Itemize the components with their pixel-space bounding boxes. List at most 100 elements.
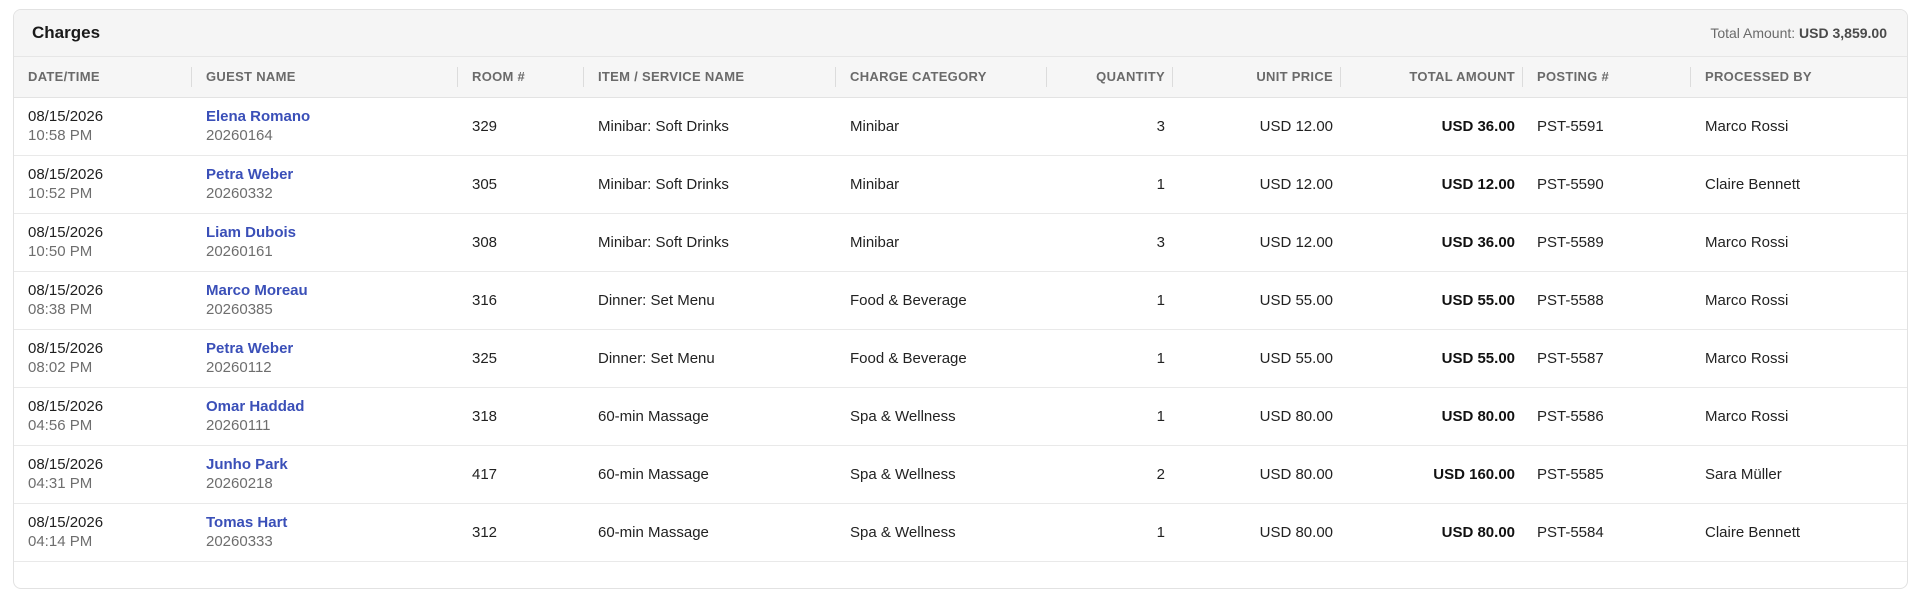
cell-category: Food & Beverage [836, 329, 1047, 388]
cell-quantity: 3 [1047, 213, 1173, 272]
column-header-item[interactable]: ITEM / SERVICE NAME [584, 57, 836, 98]
total-amount-summary: Total Amount: USD 3,859.00 [1710, 25, 1887, 41]
guest-name-link[interactable]: Liam Dubois [206, 223, 458, 242]
cell-guest: Liam Dubois 20260161 [192, 213, 458, 272]
cell-datetime: 08/15/2026 10:58 PM [14, 97, 192, 156]
cell-item: Minibar: Soft Drinks [584, 97, 836, 156]
cell-datetime: 08/15/2026 04:56 PM [14, 387, 192, 446]
cell-processed-by: Sara Müller [1691, 445, 1907, 504]
cell-unit-price: USD 12.00 [1173, 155, 1341, 214]
table-row[interactable]: 08/15/2026 04:31 PM Junho Park 20260218 41… [14, 445, 1907, 504]
table-row[interactable]: 08/15/2026 04:14 PM Tomas Hart 20260333 31… [14, 503, 1907, 562]
cell-item: 60-min Massage [584, 445, 836, 504]
cell-posting: PST-5589 [1523, 213, 1691, 272]
total-amount-label: Total Amount: [1710, 25, 1796, 41]
cell-posting: PST-5590 [1523, 155, 1691, 214]
panel-title: Charges [32, 23, 101, 42]
cell-item: 60-min Massage [584, 387, 836, 446]
column-header-room[interactable]: ROOM # [458, 57, 584, 98]
column-header-category[interactable]: CHARGE CATEGORY [836, 57, 1047, 98]
guest-name-link[interactable]: Omar Haddad [206, 397, 458, 416]
guest-name-link[interactable]: Petra Weber [206, 339, 458, 358]
cell-category: Minibar [836, 97, 1047, 156]
guest-name-link[interactable]: Elena Romano [206, 107, 458, 126]
cell-processed-by: Marco Rossi [1691, 387, 1907, 446]
cell-processed-by: Marco Rossi [1691, 271, 1907, 330]
table-row[interactable]: 08/15/2026 10:50 PM Liam Dubois 20260161 3… [14, 213, 1907, 272]
cell-room: 417 [458, 445, 584, 504]
cell-datetime: 08/15/2026 04:31 PM [14, 445, 192, 504]
table-row[interactable]: 08/15/2026 08:38 PM Marco Moreau 20260385 … [14, 271, 1907, 330]
cell-guest: Marco Moreau 20260385 [192, 271, 458, 330]
cell-quantity: 1 [1047, 271, 1173, 330]
cell-processed-by: Marco Rossi [1691, 213, 1907, 272]
cell-total-amount: USD 55.00 [1341, 271, 1523, 330]
table-row[interactable]: 08/15/2026 08:02 PM Petra Weber 20260112 3… [14, 329, 1907, 388]
cell-room: 308 [458, 213, 584, 272]
charges-table: DATE/TIME GUEST NAME ROOM # ITEM / SERVI… [14, 57, 1907, 562]
cell-posting: PST-5588 [1523, 271, 1691, 330]
cell-room: 329 [458, 97, 584, 156]
cell-posting: PST-5586 [1523, 387, 1691, 446]
cell-unit-price: USD 55.00 [1173, 329, 1341, 388]
table-row[interactable]: 08/15/2026 04:56 PM Omar Haddad 20260111 3… [14, 387, 1907, 446]
cell-unit-price: USD 80.00 [1173, 445, 1341, 504]
panel-header: Charges Total Amount: USD 3,859.00 [14, 10, 1907, 57]
cell-total-amount: USD 36.00 [1341, 97, 1523, 156]
cell-guest: Tomas Hart 20260333 [192, 503, 458, 562]
cell-room: 316 [458, 271, 584, 330]
column-header-guest-name[interactable]: GUEST NAME [192, 57, 458, 98]
cell-total-amount: USD 80.00 [1341, 503, 1523, 562]
column-header-processed-by[interactable]: PROCESSED BY [1691, 57, 1907, 98]
table-row[interactable]: 08/15/2026 10:58 PM Elena Romano 20260164 … [14, 97, 1907, 156]
cell-guest: Omar Haddad 20260111 [192, 387, 458, 446]
cell-category: Minibar [836, 213, 1047, 272]
cell-quantity: 2 [1047, 445, 1173, 504]
guest-name-link[interactable]: Junho Park [206, 455, 458, 474]
cell-datetime: 08/15/2026 04:14 PM [14, 503, 192, 562]
cell-category: Spa & Wellness [836, 445, 1047, 504]
cell-processed-by: Claire Bennett [1691, 503, 1907, 562]
cell-total-amount: USD 36.00 [1341, 213, 1523, 272]
column-header-total-amount[interactable]: TOTAL AMOUNT [1341, 57, 1523, 98]
cell-datetime: 08/15/2026 08:02 PM [14, 329, 192, 388]
total-amount-value: USD 3,859.00 [1799, 25, 1887, 41]
cell-quantity: 1 [1047, 329, 1173, 388]
charges-panel: Charges Total Amount: USD 3,859.00 DATE/… [13, 9, 1908, 589]
cell-unit-price: USD 12.00 [1173, 97, 1341, 156]
cell-quantity: 3 [1047, 97, 1173, 156]
cell-item: Dinner: Set Menu [584, 329, 836, 388]
cell-quantity: 1 [1047, 387, 1173, 446]
cell-processed-by: Marco Rossi [1691, 97, 1907, 156]
cell-guest: Elena Romano 20260164 [192, 97, 458, 156]
cell-quantity: 1 [1047, 503, 1173, 562]
guest-name-link[interactable]: Marco Moreau [206, 281, 458, 300]
column-header-posting[interactable]: POSTING # [1523, 57, 1691, 98]
cell-datetime: 08/15/2026 10:52 PM [14, 155, 192, 214]
cell-posting: PST-5591 [1523, 97, 1691, 156]
cell-room: 318 [458, 387, 584, 446]
cell-posting: PST-5587 [1523, 329, 1691, 388]
guest-name-link[interactable]: Petra Weber [206, 165, 458, 184]
guest-name-link[interactable]: Tomas Hart [206, 513, 458, 532]
cell-room: 312 [458, 503, 584, 562]
cell-unit-price: USD 80.00 [1173, 503, 1341, 562]
cell-posting: PST-5585 [1523, 445, 1691, 504]
cell-room: 305 [458, 155, 584, 214]
cell-total-amount: USD 80.00 [1341, 387, 1523, 446]
cell-datetime: 08/15/2026 10:50 PM [14, 213, 192, 272]
cell-total-amount: USD 160.00 [1341, 445, 1523, 504]
column-header-quantity[interactable]: QUANTITY [1047, 57, 1173, 98]
column-header-datetime[interactable]: DATE/TIME [14, 57, 192, 98]
cell-posting: PST-5584 [1523, 503, 1691, 562]
cell-category: Food & Beverage [836, 271, 1047, 330]
cell-item: Minibar: Soft Drinks [584, 213, 836, 272]
cell-item: Dinner: Set Menu [584, 271, 836, 330]
cell-item: Minibar: Soft Drinks [584, 155, 836, 214]
column-header-unit-price[interactable]: UNIT PRICE [1173, 57, 1341, 98]
cell-unit-price: USD 80.00 [1173, 387, 1341, 446]
table-row[interactable]: 08/15/2026 10:52 PM Petra Weber 20260332 3… [14, 155, 1907, 214]
cell-guest: Junho Park 20260218 [192, 445, 458, 504]
cell-processed-by: Marco Rossi [1691, 329, 1907, 388]
cell-unit-price: USD 12.00 [1173, 213, 1341, 272]
